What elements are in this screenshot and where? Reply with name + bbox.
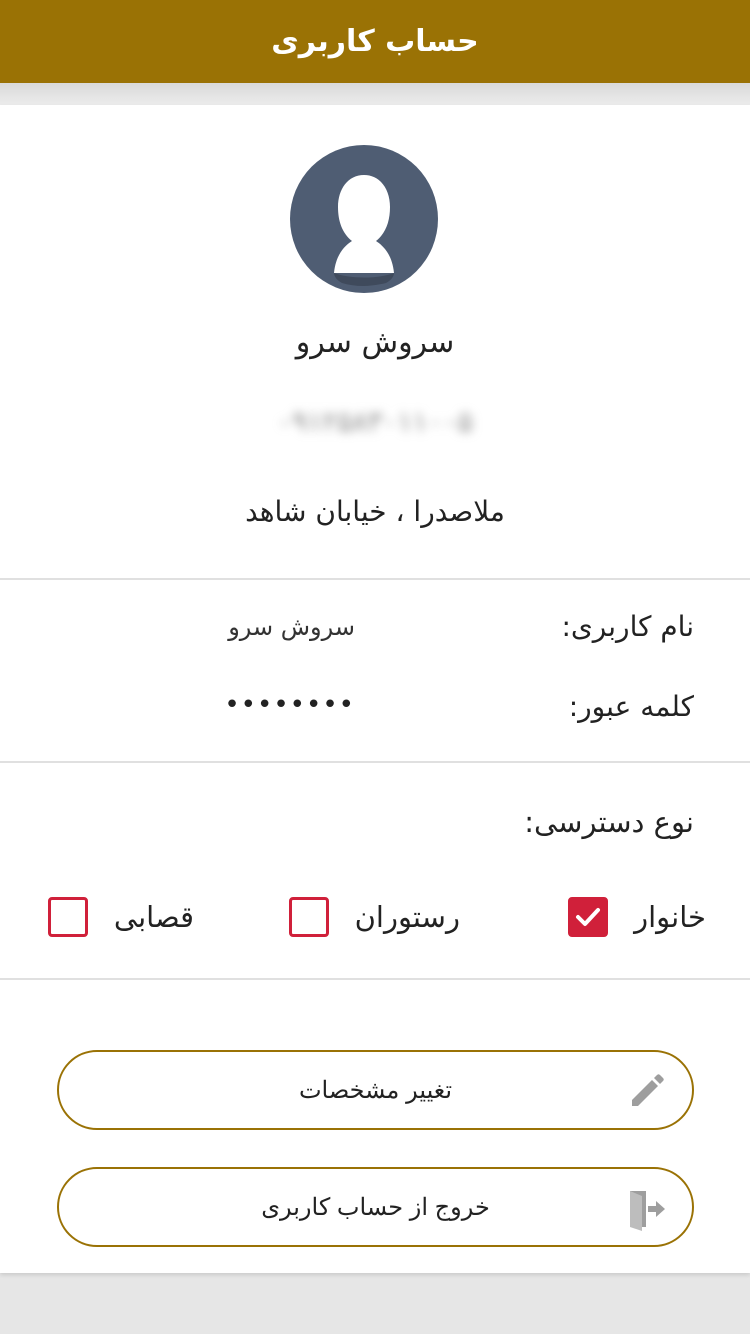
page-title: حساب کاربری bbox=[271, 24, 479, 59]
checkbox-unchecked[interactable] bbox=[47, 897, 88, 937]
access-option-butcher[interactable]: قصابی bbox=[47, 895, 194, 939]
app-bar: حساب کاربری bbox=[0, 0, 750, 83]
username-label: نام کاربری: bbox=[561, 610, 694, 643]
logout-button[interactable]: خروج از حساب کاربری bbox=[57, 1167, 694, 1247]
divider bbox=[0, 761, 750, 763]
divider bbox=[0, 978, 750, 980]
access-type-title: نوع دسترسی: bbox=[524, 805, 694, 839]
checkbox-checked[interactable] bbox=[568, 897, 609, 937]
password-label: کلمه عبور: bbox=[568, 690, 694, 723]
profile-name: سروش سرو bbox=[295, 325, 455, 360]
access-option-restaurant[interactable]: رستوران bbox=[288, 895, 460, 939]
divider bbox=[0, 578, 750, 580]
checkbox-unchecked[interactable] bbox=[288, 897, 329, 937]
password-value: •••••••• bbox=[224, 690, 355, 720]
access-option-label: خانوار bbox=[634, 900, 706, 934]
edit-profile-button[interactable]: تغییر مشخصات bbox=[57, 1050, 694, 1130]
username-value: سروش سرو bbox=[228, 613, 355, 641]
avatar[interactable] bbox=[290, 145, 438, 293]
access-option-label: رستوران bbox=[354, 900, 460, 934]
header-shadow bbox=[0, 83, 750, 105]
pencil-icon bbox=[624, 1070, 668, 1114]
profile-address: ملاصدرا ، خیابان شاهد bbox=[245, 495, 505, 528]
user-silhouette-icon bbox=[334, 175, 394, 286]
checkmark-icon bbox=[576, 908, 601, 926]
edit-profile-label: تغییر مشخصات bbox=[298, 1076, 453, 1104]
logout-label: خروج از حساب کاربری bbox=[261, 1193, 490, 1221]
account-card: سروش سرو ۰۹۱۲۵۸۳۰۱۱۰۰۵ ملاصدرا ، خیابان … bbox=[0, 105, 750, 1273]
access-option-household[interactable]: خانوار bbox=[568, 895, 706, 939]
access-option-label: قصابی bbox=[113, 900, 194, 934]
profile-phone: ۰۹۱۲۵۸۳۰۱۱۰۰۵ bbox=[277, 405, 473, 438]
exit-door-icon bbox=[624, 1187, 668, 1231]
